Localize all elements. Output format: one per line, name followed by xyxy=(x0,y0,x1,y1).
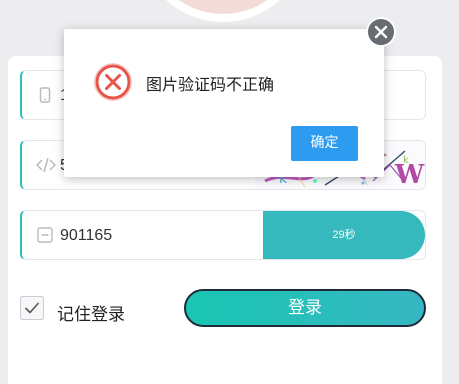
message-icon xyxy=(36,227,54,245)
phone-icon xyxy=(36,87,54,105)
error-dialog: 图片验证码不正确 确定 xyxy=(64,29,384,177)
error-x-icon xyxy=(94,63,132,105)
sms-code-field[interactable]: 901165 29秒 xyxy=(20,210,426,260)
close-icon xyxy=(374,25,388,39)
svg-text:W: W xyxy=(394,160,425,189)
dialog-message: 图片验证码不正确 xyxy=(146,75,275,94)
confirm-button[interactable]: 确定 xyxy=(291,126,358,161)
remember-checkbox[interactable] xyxy=(20,296,44,320)
remember-label: 记住登录 xyxy=(57,305,125,325)
svg-text:k: k xyxy=(403,155,409,166)
avatar xyxy=(138,0,308,22)
login-button[interactable]: 登录 xyxy=(184,289,426,327)
countdown-button[interactable]: 29秒 xyxy=(263,211,425,259)
close-button[interactable] xyxy=(366,17,396,47)
login-page: 1 5 W k k xyxy=(0,0,459,384)
check-icon xyxy=(24,302,40,314)
sms-code-input[interactable]: 901165 xyxy=(60,211,112,259)
code-icon xyxy=(35,157,57,175)
